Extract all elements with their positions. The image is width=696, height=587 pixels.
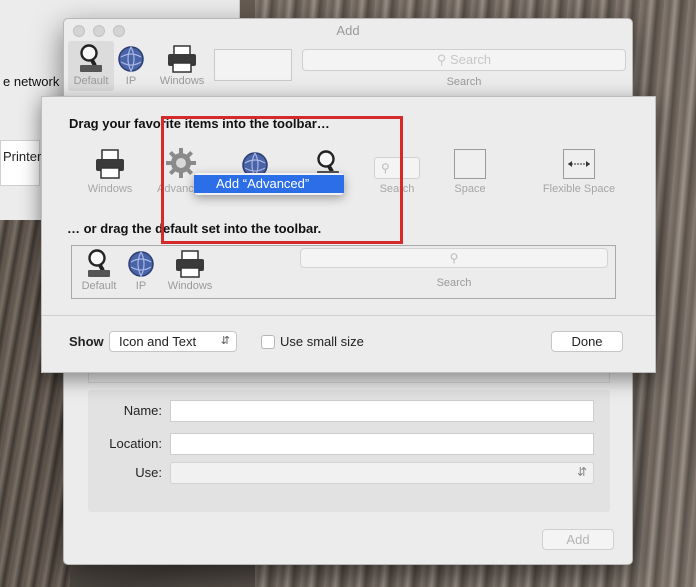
menu-item-add-advanced[interactable]: Add “Advanced” xyxy=(194,175,344,193)
context-menu: Add “Advanced” xyxy=(194,173,344,195)
printer-field: Printer xyxy=(0,140,42,186)
default-set-item-windows: Windows xyxy=(164,246,216,292)
network-label: e network xyxy=(3,74,60,89)
search-placeholder: Search xyxy=(449,52,492,67)
default-toolbar-set[interactable]: Default IP Windows ⚲ Search xyxy=(71,245,616,299)
printer-icon xyxy=(164,246,216,278)
chevron-updown-icon: ⇵ xyxy=(576,465,587,479)
palette-item-flexible-space[interactable]: Flexible Space xyxy=(535,145,623,195)
printer-icon xyxy=(156,41,208,73)
small-size-checkbox[interactable] xyxy=(261,335,275,349)
default-set-label: IP xyxy=(135,280,147,292)
search-icon: ⚲ xyxy=(436,52,447,67)
window-title: Add xyxy=(336,23,360,38)
done-button[interactable]: Done xyxy=(551,331,623,352)
sheet-divider xyxy=(42,315,655,316)
toolbar-item-label: IP xyxy=(125,75,137,87)
window-toolbar: Default IP Windows ⚲ Search Search xyxy=(64,41,632,93)
palette-item-space[interactable]: Space xyxy=(450,145,490,195)
chevron-updown-icon: ⇵ xyxy=(220,335,230,347)
small-size-label[interactable]: Use small size xyxy=(280,334,364,349)
toolbar-blank-slot xyxy=(214,49,292,81)
palette-item-label: Flexible Space xyxy=(542,183,616,195)
default-set-label: Windows xyxy=(167,280,213,292)
palette-item-label: Space xyxy=(454,183,486,195)
customize-toolbar-sheet: Drag your favorite items into the toolba… xyxy=(41,96,656,373)
location-row: Location: xyxy=(88,433,610,455)
name-row: Name: xyxy=(88,400,610,422)
search-icon: ⚲ xyxy=(449,251,459,265)
use-label: Use: xyxy=(135,465,162,480)
add-button[interactable]: Add xyxy=(542,529,614,550)
toolbar-search-field[interactable]: ⚲ Search xyxy=(302,49,626,71)
use-row: Use: ⇵ xyxy=(88,462,610,484)
printer-label: Printer xyxy=(3,149,42,164)
globe-icon xyxy=(117,41,145,73)
magnifier-icon xyxy=(76,246,122,278)
default-set-item-ip: IP xyxy=(127,246,155,292)
toolbar-item-label: Default xyxy=(73,75,109,87)
default-set-label: Default xyxy=(81,280,117,292)
use-select[interactable]: ⇵ xyxy=(170,462,594,484)
default-set-search-field: ⚲ xyxy=(300,248,608,268)
show-value: Icon and Text xyxy=(119,334,197,349)
space-icon xyxy=(450,145,490,179)
default-set-item-default: Default xyxy=(76,246,122,292)
toolbar-item-ip[interactable]: IP xyxy=(117,41,145,87)
location-label: Location: xyxy=(109,436,162,451)
flexible-space-icon xyxy=(535,145,623,179)
palette-item-label: Windows xyxy=(87,183,133,195)
toolbar-item-label: Windows xyxy=(159,75,205,87)
show-label: Show xyxy=(69,334,104,349)
palette-heading: Drag your favorite items into the toolba… xyxy=(69,116,330,131)
toolbar-item-windows[interactable]: Windows xyxy=(156,41,208,87)
show-popup[interactable]: Icon and Text ⇵ xyxy=(109,331,237,352)
printer-list-edge xyxy=(88,373,610,383)
location-field[interactable] xyxy=(170,433,594,455)
palette-item-search[interactable]: ⚲ Search xyxy=(372,145,422,195)
search-icon: ⚲ xyxy=(372,145,422,179)
printer-icon xyxy=(84,145,136,179)
default-set-heading: … or drag the default set into the toolb… xyxy=(67,221,322,236)
name-field[interactable] xyxy=(170,400,594,422)
title-bar: Add xyxy=(64,19,632,41)
magnifier-icon xyxy=(68,41,114,73)
globe-icon xyxy=(127,246,155,278)
palette-item-label: Search xyxy=(379,183,415,195)
default-set-search-label: Search xyxy=(436,277,472,289)
name-label: Name: xyxy=(123,403,162,418)
printer-details-form: Name: Location: Use: ⇵ xyxy=(88,390,610,512)
palette-item-windows[interactable]: Windows xyxy=(84,145,136,195)
toolbar-item-default[interactable]: Default xyxy=(68,41,114,91)
toolbar-search-label: Search xyxy=(446,76,482,88)
